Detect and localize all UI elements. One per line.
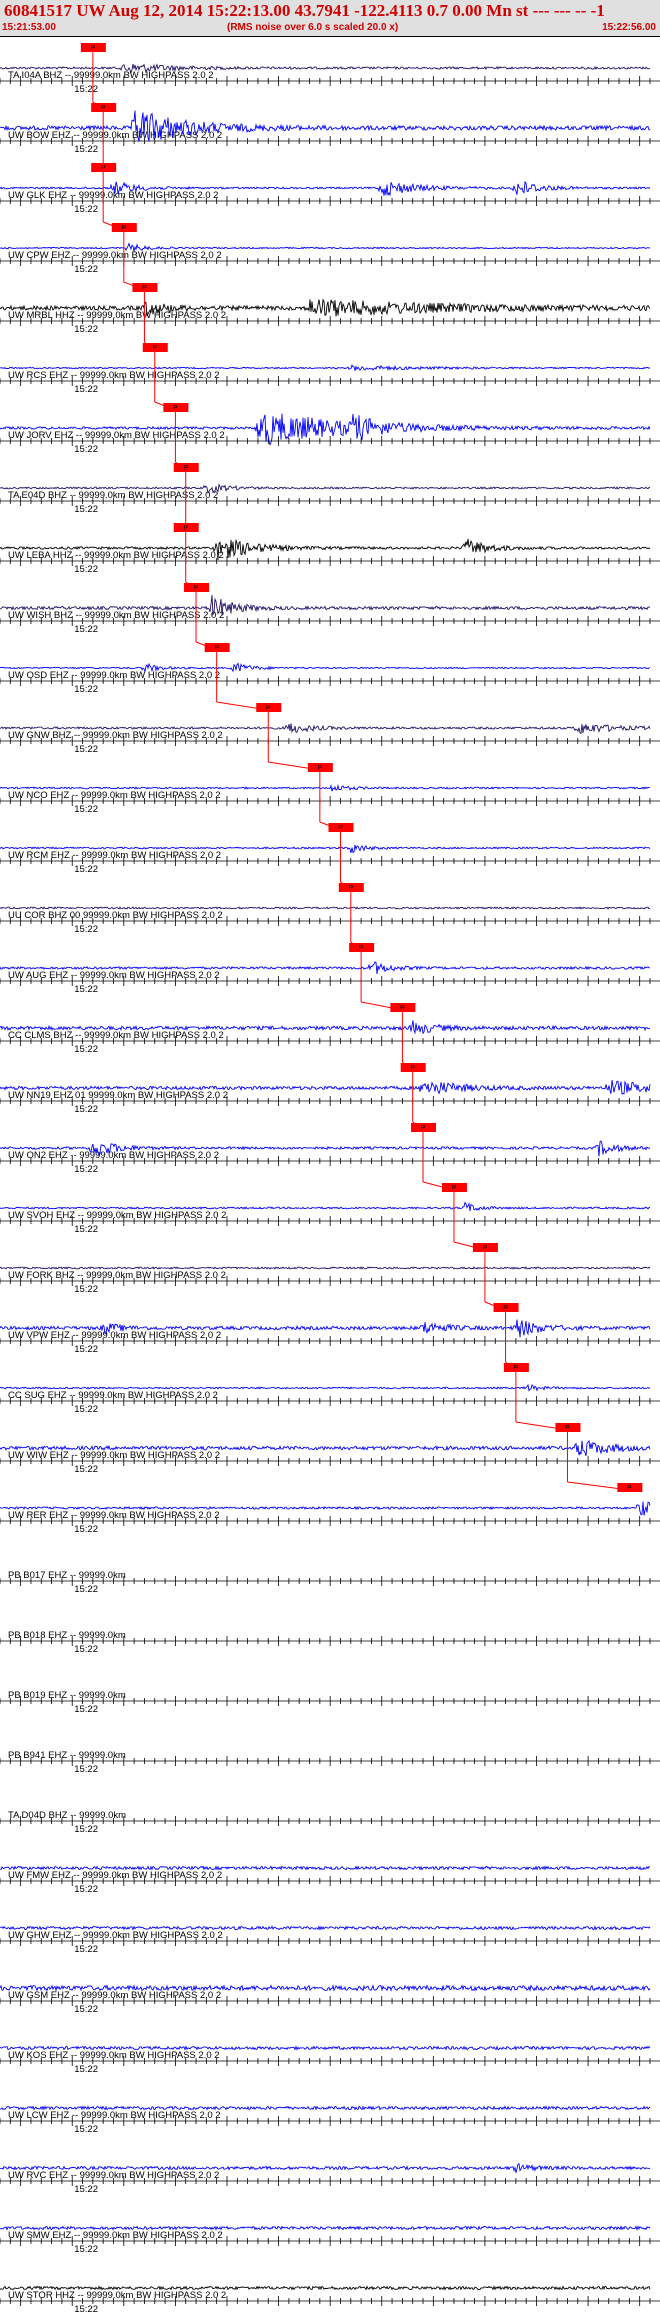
channel-label: UW FORK BHZ -- 99999.0km BW HIGHPASS 2.0…	[8, 1270, 226, 1281]
minute-label: 15:22	[74, 624, 98, 635]
pick-label: P	[91, 45, 96, 52]
minute-label: 15:22	[74, 564, 98, 575]
channel-label: CC CLMS BHZ -- 99999.0km BW HIGHPASS 2.0…	[8, 1030, 224, 1041]
minute-label: 15:22	[74, 2064, 98, 2075]
channel-label: UW RCS EHZ -- 99999.0km BW HIGHPASS 2.0 …	[8, 370, 220, 381]
pick-label: P	[400, 1005, 405, 1012]
channel-label: UW NN19 EHZ 01 99999.0km BW HIGHPASS 2.0…	[8, 1090, 228, 1101]
minute-label: 15:22	[74, 984, 98, 995]
channel-label: UW GSM EHZ -- 99999.0km BW HIGHPASS 2.0 …	[8, 1990, 221, 2001]
waveform	[0, 2285, 651, 2291]
channel-label: UW RVC EHZ -- 99999.0km BW HIGHPASS 2.0 …	[8, 2170, 219, 2181]
minute-label: 15:22	[74, 2184, 98, 2195]
minute-label: 15:22	[74, 1704, 98, 1715]
channel-label: UW AUG EHZ -- 99999.0km BW HIGHPASS 2.0 …	[8, 970, 220, 981]
channel-label: UW OSD EHZ -- 99999.0km BW HIGHPASS 2.0 …	[8, 670, 220, 681]
pick-label: P	[565, 1425, 570, 1432]
pick-label: P	[503, 1305, 508, 1312]
pick-label: P	[121, 225, 126, 232]
minute-label: 15:22	[74, 1224, 98, 1235]
end-time: 15:22:56.00	[602, 22, 656, 33]
minute-label: 15:22	[74, 1584, 98, 1595]
pick-label: P	[338, 825, 343, 832]
channel-label: TA I04A BHZ -- 99999.0km BW HIGHPASS 2.0…	[8, 70, 214, 81]
pick-label: P	[173, 405, 178, 412]
channel-label: TA E04D BHZ -- 99999.0km BW HIGHPASS 2.0…	[8, 490, 218, 501]
channel-label: UW RER EHZ -- 99999.0km BW HIGHPASS 2.0 …	[8, 1510, 220, 1521]
minute-label: 15:22	[74, 1884, 98, 1895]
channel-label: UW KOS EHZ -- 99999.0km BW HIGHPASS 2.0 …	[8, 2050, 220, 2061]
channel-label: TA D04D BHZ -- 99999.0km	[8, 1810, 126, 1821]
minute-label: 15:22	[74, 2304, 98, 2315]
channel-label: UW ON2 EHZ -- 99999.0km BW HIGHPASS 2.0 …	[8, 1150, 219, 1161]
minute-label: 15:22	[74, 1164, 98, 1175]
channel-label: UW GLK EHZ -- 99999.0km BW HIGHPASS 2.0 …	[8, 190, 218, 201]
minute-label: 15:22	[74, 924, 98, 935]
minute-label: 15:22	[74, 1284, 98, 1295]
minute-label: 15:22	[74, 1104, 98, 1115]
channel-label: UW CPW EHZ -- 99999.0km BW HIGHPASS 2.0 …	[8, 250, 222, 261]
channel-label: UW WIW EHZ -- 99999.0km BW HIGHPASS 2.0 …	[8, 1450, 220, 1461]
minute-label: 15:22	[74, 864, 98, 875]
minute-label: 15:22	[74, 444, 98, 455]
minute-label: 15:22	[74, 1524, 98, 1535]
channel-label: PB B941 EHZ -- 99999.0km	[8, 1750, 126, 1761]
waveform	[0, 1266, 651, 1270]
minute-label: 15:22	[74, 684, 98, 695]
channel-label: UW NCO EHZ -- 99999.0km BW HIGHPASS 2.0 …	[8, 790, 221, 801]
pick-label: P	[452, 1185, 457, 1192]
start-time: 15:21:53.00	[2, 22, 56, 33]
pick-label: P	[483, 1245, 488, 1252]
event-title: 60841517 UW Aug 12, 2014 15:22:13.00 43.…	[4, 1, 605, 20]
minute-label: 15:22	[74, 144, 98, 155]
minute-label: 15:22	[74, 1824, 98, 1835]
minute-label: 15:22	[74, 84, 98, 95]
minute-label: 15:22	[74, 1404, 98, 1415]
minute-label: 15:22	[74, 2004, 98, 2015]
channel-label: UW SVOH EHZ -- 99999.0km BW HIGHPASS 2.0…	[8, 1210, 226, 1221]
minute-label: 15:22	[74, 744, 98, 755]
minute-label: 15:22	[74, 384, 98, 395]
channel-label: UW FMW EHZ -- 99999.0km BW HIGHPASS 2.0 …	[8, 1870, 222, 1881]
pick-label: P	[214, 645, 219, 652]
minute-label: 15:22	[74, 264, 98, 275]
channel-label: UW STOR HHZ -- 99999.0km BW HIGHPASS 2.0…	[8, 2290, 226, 2301]
minute-label: 15:22	[74, 1464, 98, 1475]
minute-label: 15:22	[74, 324, 98, 335]
seismogram-plot: TA I04A BHZ -- 99999.0km BW HIGHPASS 2.0…	[0, 43, 660, 2315]
channel-label: UW GHW EHZ -- 99999.0km BW HIGHPASS 2.0 …	[8, 1930, 223, 1941]
channel-label: UW JORV EHZ -- 99999.0km BW HIGHPASS 2.0…	[8, 430, 225, 441]
channel-label: UW SMW EHZ -- 99999.0km BW HIGHPASS 2.0 …	[8, 2230, 223, 2241]
waveform	[0, 906, 651, 910]
channel-label: UU COR BHZ 00 99999.0km BW HIGHPASS 2.0 …	[8, 910, 223, 921]
record-header: 60841517 UW Aug 12, 2014 15:22:13.00 43.…	[0, 0, 660, 37]
pick-label: P	[627, 1485, 632, 1492]
channel-label: UW LEBA HHZ -- 99999.0km BW HIGHPASS 2.0…	[8, 550, 224, 561]
minute-label: 15:22	[74, 204, 98, 215]
minute-label: 15:22	[74, 1644, 98, 1655]
pick-label: P	[266, 705, 271, 712]
channel-label: UW GNW BHZ -- 99999.0km BW HIGHPASS 2.0 …	[8, 730, 223, 741]
minute-label: 15:22	[74, 2244, 98, 2255]
channel-label: UW WISH BHZ -- 99999.0km BW HIGHPASS 2.0…	[8, 610, 224, 621]
channel-label: UW RCM EHZ -- 99999.0km BW HIGHPASS 2.0 …	[8, 850, 221, 861]
channel-label: UW LCW EHZ -- 99999.0km BW HIGHPASS 2.0 …	[8, 2110, 221, 2121]
channel-label: PB B017 EHZ -- 99999.0km	[8, 1570, 126, 1581]
minute-label: 15:22	[74, 1344, 98, 1355]
pick-label: P	[142, 285, 147, 292]
channel-label: UW VPW EHZ -- 99999.0km BW HIGHPASS 2.0 …	[8, 1330, 221, 1341]
channel-label: UW BOW EHZ -- 99999.0km BW HIGHPASS 2.0 …	[8, 130, 222, 141]
channel-label: UW MRBL HHZ -- 99999.0km BW HIGHPASS 2.0…	[8, 310, 226, 321]
minute-label: 15:22	[74, 1044, 98, 1055]
minute-label: 15:22	[74, 1764, 98, 1775]
channel-label: PB B018 EHZ -- 99999.0km	[8, 1630, 126, 1641]
minute-label: 15:22	[74, 804, 98, 815]
channel-label: PB B019 EHZ -- 99999.0km	[8, 1690, 126, 1701]
channel-label: CC SUG EHZ -- 99999.0km BW HIGHPASS 2.0 …	[8, 1390, 218, 1401]
pick-label: P	[318, 765, 323, 772]
minute-label: 15:22	[74, 2124, 98, 2135]
rms-note: (RMS noise over 6.0 s scaled 20.0 x)	[227, 22, 399, 33]
minute-label: 15:22	[74, 1944, 98, 1955]
minute-label: 15:22	[74, 504, 98, 515]
